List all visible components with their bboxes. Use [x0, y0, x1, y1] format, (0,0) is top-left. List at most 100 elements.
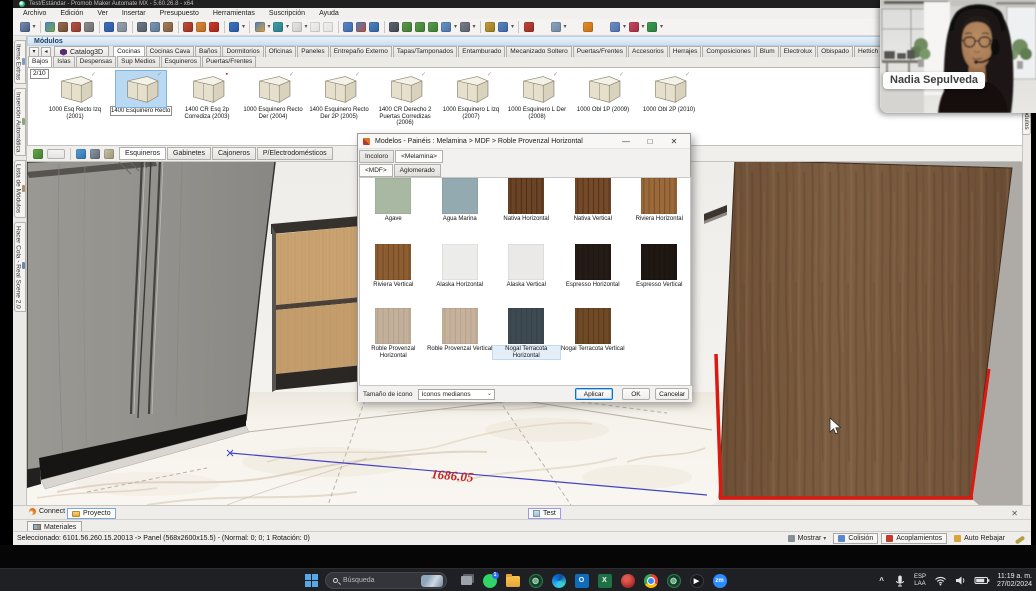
dialog-tab[interactable]: <Melamina> [395, 150, 443, 163]
dock-tab[interactable]: Lista de Módulos [14, 160, 26, 217]
tab[interactable]: Oficinas [265, 46, 296, 57]
module-thumbnail[interactable]: ✓ 1000 Esq Recto Izq (2001) [42, 70, 108, 127]
toolbar-icon[interactable] [384, 21, 385, 33]
dashed-box-icon[interactable] [323, 22, 333, 32]
cut-icon[interactable] [137, 22, 147, 32]
copy-icon[interactable] [150, 22, 160, 32]
find-text-icon[interactable] [104, 149, 114, 159]
dollar-icon[interactable] [647, 22, 657, 32]
dialog-title-bar[interactable]: Modelos - Painéis : Melamina > MDF > Rob… [358, 134, 690, 149]
toolbar-icon[interactable] [518, 21, 519, 33]
dock-tab[interactable]: Items Extras [14, 40, 26, 84]
plants-icon[interactable] [402, 22, 412, 32]
menu-item[interactable]: Herramientas [206, 10, 262, 17]
material-swatch[interactable]: Alaska Horizontal [427, 244, 494, 289]
table-icon[interactable] [356, 22, 366, 32]
toolbar-icon[interactable] [224, 21, 225, 33]
export-icon[interactable] [84, 22, 94, 32]
connect-tab[interactable]: Connect [29, 508, 65, 515]
project-tab[interactable]: Proyecto [67, 508, 116, 519]
dialog-tab[interactable]: <MDF> [359, 164, 393, 177]
clock[interactable]: 11:19 a. m. 27/02/2024 [997, 573, 1032, 589]
speaker-icon[interactable] [343, 22, 353, 32]
tab[interactable]: Blum [756, 46, 779, 57]
material-swatch[interactable]: Alaska Vertical [493, 244, 560, 289]
dock-tab[interactable]: Hacer Cola - Real Scene 2.0 [14, 222, 26, 313]
selector-tab[interactable]: P/Electrodomésticos [257, 147, 333, 160]
cone-icon[interactable] [196, 22, 206, 32]
status-toggle[interactable]: Colisión [833, 533, 878, 544]
speaker-icon[interactable] [954, 574, 967, 587]
star-icon[interactable] [610, 22, 620, 32]
monitor-icon[interactable] [498, 22, 508, 32]
module-thumbnail[interactable]: ✓ 1000 Esquinero L Der (2008) [504, 70, 570, 127]
module-thumbnail[interactable]: ✓ 1400 CR Derecho 2 Puertas Corredizas (… [372, 70, 438, 127]
material-swatch[interactable]: Riviera Vertical [360, 244, 427, 289]
person-red-icon[interactable] [524, 22, 534, 32]
print-preview-icon[interactable] [71, 22, 81, 32]
insert-module-icon[interactable] [33, 149, 43, 159]
tab[interactable]: Entrepaño Externo [330, 46, 392, 57]
material-swatch[interactable]: Nogal Terracota Vertical [560, 308, 627, 359]
tab[interactable]: Electrolux [780, 46, 817, 57]
ghost-icon[interactable] [292, 22, 302, 32]
pointer-box-icon[interactable] [310, 22, 320, 32]
material-swatch[interactable]: Espresso Horizontal [560, 244, 627, 289]
orange-box-icon[interactable] [583, 22, 593, 32]
dialog-close-button[interactable]: ✕ [662, 134, 686, 149]
tab[interactable]: Composiciones [702, 46, 754, 57]
zoom-icon[interactable]: zm [708, 569, 731, 591]
print-icon[interactable] [58, 22, 68, 32]
taskview-icon[interactable] [455, 569, 478, 591]
refresh-icon[interactable] [76, 149, 86, 159]
tab[interactable]: Mecanizado Soltero [506, 46, 571, 57]
viewport-close-icon[interactable]: ✕ [1011, 509, 1018, 518]
promob-s-icon[interactable] [229, 22, 239, 32]
status-toggle[interactable]: Acoplamientos [881, 533, 947, 544]
module-thumbnail[interactable]: ✓ 1400 Esquinero Recto [108, 70, 174, 127]
scene-wood-panel[interactable] [716, 162, 1012, 498]
material-swatch[interactable]: Nativa Horizontal [493, 178, 560, 223]
material-swatch[interactable]: Agave [360, 178, 427, 223]
selector-tab[interactable]: Cajoneros [212, 147, 256, 160]
globe2-icon[interactable]: ◍ [662, 569, 685, 591]
edge-icon[interactable] [547, 569, 570, 591]
toolbar-icon[interactable] [99, 21, 100, 33]
player-icon[interactable]: ▶ [685, 569, 708, 591]
gear-icon[interactable] [460, 22, 470, 32]
ok-button[interactable]: OK [622, 388, 651, 400]
pencil-icon[interactable] [485, 22, 495, 32]
material-swatch[interactable]: Agua Marina [427, 178, 494, 223]
module-thumbnail[interactable]: ✓ 1400 Esquinero Recto Der 2P (2005) [306, 70, 372, 127]
tab[interactable]: Accesorios [628, 46, 668, 57]
menu-item[interactable]: Presupuesto [153, 10, 206, 17]
tab[interactable]: Islas [53, 56, 74, 67]
tab[interactable]: Sup Medios [117, 56, 159, 67]
material-swatch[interactable]: Nogal Terracota Horizontal [493, 308, 560, 359]
walk-icon[interactable] [415, 22, 425, 32]
person-icon[interactable] [369, 22, 379, 32]
language-indicator[interactable]: ESP LAA [914, 574, 926, 587]
material-swatch[interactable]: Roble Provenzal Vertical [427, 308, 494, 359]
taskbar-search[interactable]: Búsqueda [325, 572, 447, 589]
tab[interactable]: Puertas/Frentes [202, 56, 256, 67]
dialog-tab[interactable]: Incoloro [359, 150, 394, 163]
toolbar-icon[interactable] [249, 21, 250, 33]
dialog-minimize-button[interactable]: — [614, 134, 638, 149]
menu-item[interactable]: Suscripción [262, 10, 312, 17]
module-thumbnail[interactable]: ▪ 1400 CR Esq 2p Corrediza (2003) [174, 70, 240, 127]
module-thumbnail[interactable]: ✓ 1000 Obl 2P (2010) [636, 70, 702, 127]
tab[interactable]: Despensas [76, 56, 117, 67]
tray-expand-icon[interactable]: ^ [879, 576, 884, 585]
toolbar-icon[interactable] [338, 21, 339, 33]
material-swatch[interactable]: Roble Provenzal Horizontal [360, 308, 427, 359]
status-toggle[interactable]: Mostrar [784, 533, 831, 544]
percent-icon[interactable] [255, 22, 265, 32]
pointer-red-icon[interactable] [183, 22, 193, 32]
save-icon[interactable] [20, 22, 30, 32]
apply-button[interactable]: Aplicar [575, 388, 613, 400]
start-button[interactable] [305, 574, 318, 587]
paste-icon[interactable] [163, 22, 173, 32]
eye-icon[interactable] [389, 22, 399, 32]
explorer-icon[interactable] [501, 569, 524, 591]
